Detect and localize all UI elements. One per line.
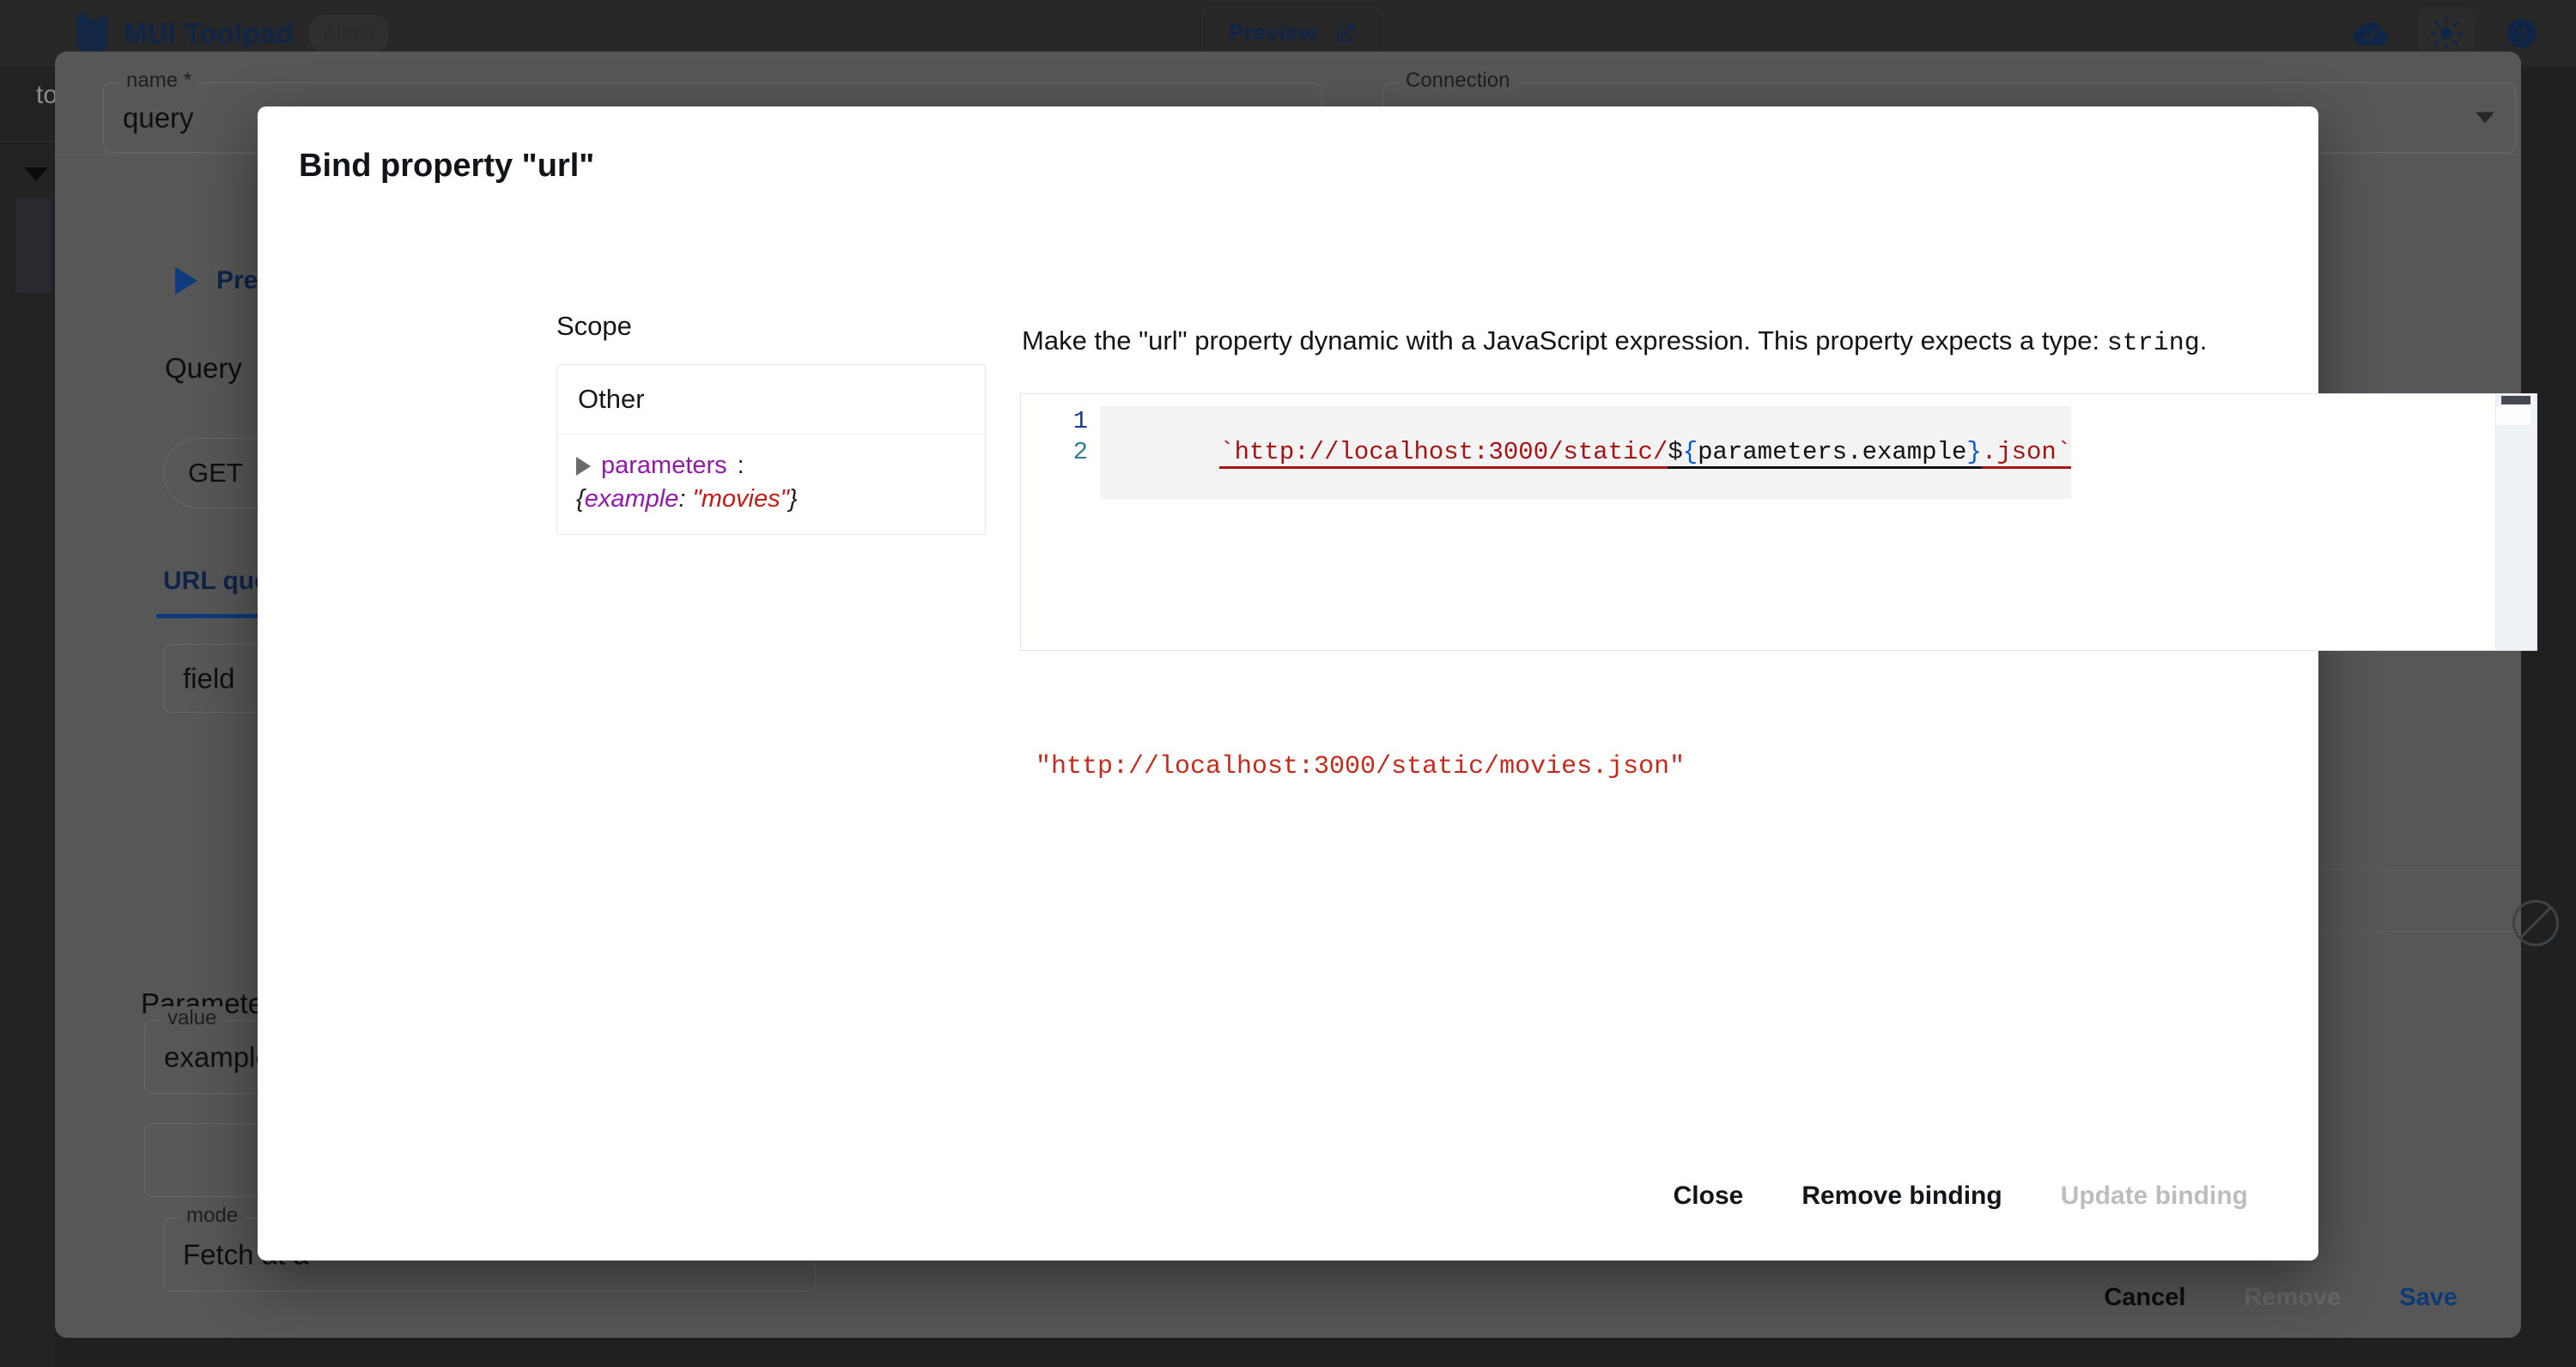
scope-item-other[interactable]: Other bbox=[557, 365, 985, 434]
remove-binding-button[interactable]: Remove binding bbox=[1772, 1166, 2031, 1226]
description-text-after: . bbox=[2199, 325, 2208, 355]
code-token-extension: .json bbox=[1981, 438, 2057, 469]
line-number: 1 bbox=[1072, 407, 1088, 435]
code-token-dollar: $ bbox=[1668, 438, 1683, 469]
update-binding-button: Update binding bbox=[2060, 1182, 2248, 1210]
description-text-before: Make the "url" property dynamic with a J… bbox=[1022, 325, 2107, 355]
scope-object-tree: parameters : {example: "movies"} bbox=[557, 434, 985, 534]
chevron-right-icon[interactable] bbox=[576, 456, 591, 476]
minimap-slider[interactable] bbox=[2501, 396, 2530, 404]
expression-code-editor[interactable]: 1 2 `http://localhost:3000/static/${para… bbox=[1020, 393, 2537, 651]
code-token-brace-open: { bbox=[1682, 438, 1698, 469]
dialog-title: Bind property "url" bbox=[299, 148, 595, 184]
tree-node-colon: : bbox=[737, 452, 744, 479]
code-token-backtick-close: ` bbox=[2056, 438, 2072, 469]
brace-close: } bbox=[788, 485, 798, 513]
code-token-identifier: parameters.example bbox=[1698, 438, 1967, 469]
value-prop-name: example bbox=[584, 485, 679, 513]
editor-gutter: 1 2 bbox=[1021, 394, 1100, 650]
value-string: "movies" bbox=[692, 485, 789, 513]
line-number: 2 bbox=[1072, 438, 1088, 466]
minimap-content bbox=[2496, 406, 2530, 425]
close-button[interactable]: Close bbox=[1644, 1166, 1773, 1226]
code-token-url: http://localhost:3000/static/ bbox=[1234, 438, 1668, 469]
editor-minimap[interactable] bbox=[2495, 394, 2537, 650]
binding-result-preview: "http://localhost:3000/static/movies.jso… bbox=[1036, 752, 1686, 781]
tree-node-parameters[interactable]: parameters : bbox=[576, 452, 966, 480]
expected-type: string bbox=[2106, 329, 2200, 358]
tree-node-key: parameters bbox=[601, 452, 727, 479]
tree-node-value: {example: "movies"} bbox=[576, 485, 966, 513]
code-token-brace-close: } bbox=[1966, 438, 1982, 469]
value-colon: : bbox=[678, 485, 693, 513]
dialog-description: Make the "url" property dynamic with a J… bbox=[1022, 323, 2267, 361]
brace-open: { bbox=[576, 485, 585, 513]
scope-list: Other parameters : {example: "movies"} bbox=[556, 364, 986, 535]
editor-code-area[interactable]: `http://localhost:3000/static/${paramete… bbox=[1100, 394, 2537, 650]
code-token-backtick-open: ` bbox=[1219, 438, 1235, 469]
scope-label: Scope bbox=[556, 311, 632, 341]
bind-property-dialog: Bind property "url" Scope Other paramete… bbox=[258, 106, 2537, 1261]
scope-panel: Scope Other parameters : {example: "movi… bbox=[556, 311, 986, 535]
code-line[interactable]: `http://localhost:3000/static/${paramete… bbox=[1100, 406, 2072, 499]
dialog-actions: Close Remove binding Update binding bbox=[1644, 1166, 2277, 1226]
